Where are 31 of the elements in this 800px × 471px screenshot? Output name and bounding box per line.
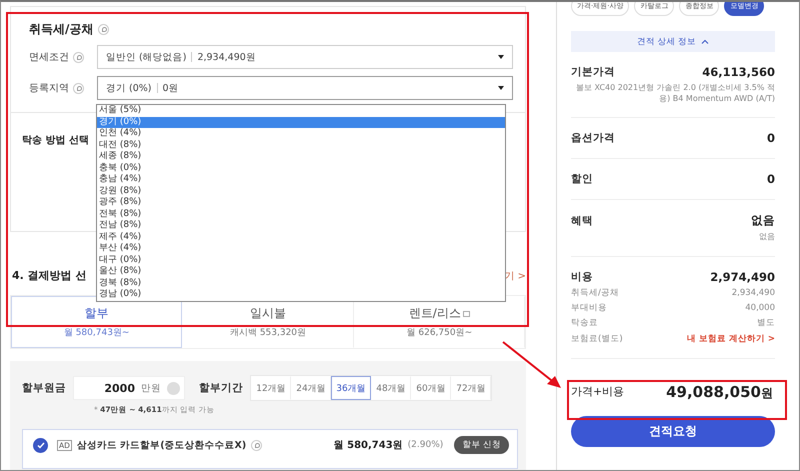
cost-value: 별도 (757, 317, 775, 330)
field-label: 등록지역 (29, 82, 69, 95)
price-value: 0 (766, 131, 775, 146)
field-label: 면세조건 (29, 51, 69, 64)
cost-label: 부대비용 (571, 302, 607, 314)
price-label: 비용 (571, 270, 593, 284)
price-value: 2,974,490 (710, 270, 775, 284)
section-title: 4. 결제방법 선 (12, 268, 86, 283)
total-value: 49,088,050원 (666, 382, 773, 402)
cost-value: 40,000 (745, 302, 775, 314)
price-value: 46,113,560 (702, 65, 775, 79)
cost-label: 탁송료 (571, 317, 598, 330)
price-label: 기본가격 (571, 65, 615, 79)
section-title: 탁송 방법 선택 (22, 135, 89, 146)
cost-label: 취득세/공채 (571, 286, 619, 299)
price-value: 0 (766, 172, 775, 186)
offer-name: 삼성카드 카드할부(중도상환수수료X) (76, 438, 246, 452)
field-label: 할부원금 (22, 381, 66, 395)
interest-rate: (2.90%) (408, 440, 444, 450)
price-label: 옵션가격 (571, 131, 615, 146)
field-label: 할부기간 (199, 381, 243, 395)
monthly-payment: 월 580,743원 (334, 439, 403, 452)
total-label: 가격+비용 (571, 384, 624, 400)
cost-value: 2,934,490 (732, 286, 775, 299)
price-note: 볼보 XC40 2021년형 가솔린 2.0 (개별소비세 3.5% 적용) B4 Momentum AWD (A/T) (575, 82, 775, 104)
section-title: 취득세/공채 (29, 21, 94, 38)
cost-label: 보험료(별도) (571, 332, 623, 345)
price-value: 없음 (751, 213, 775, 228)
price-label: 할인 (571, 172, 593, 186)
price-label: 혜택 (571, 214, 593, 228)
price-note: 없음 (758, 231, 775, 243)
